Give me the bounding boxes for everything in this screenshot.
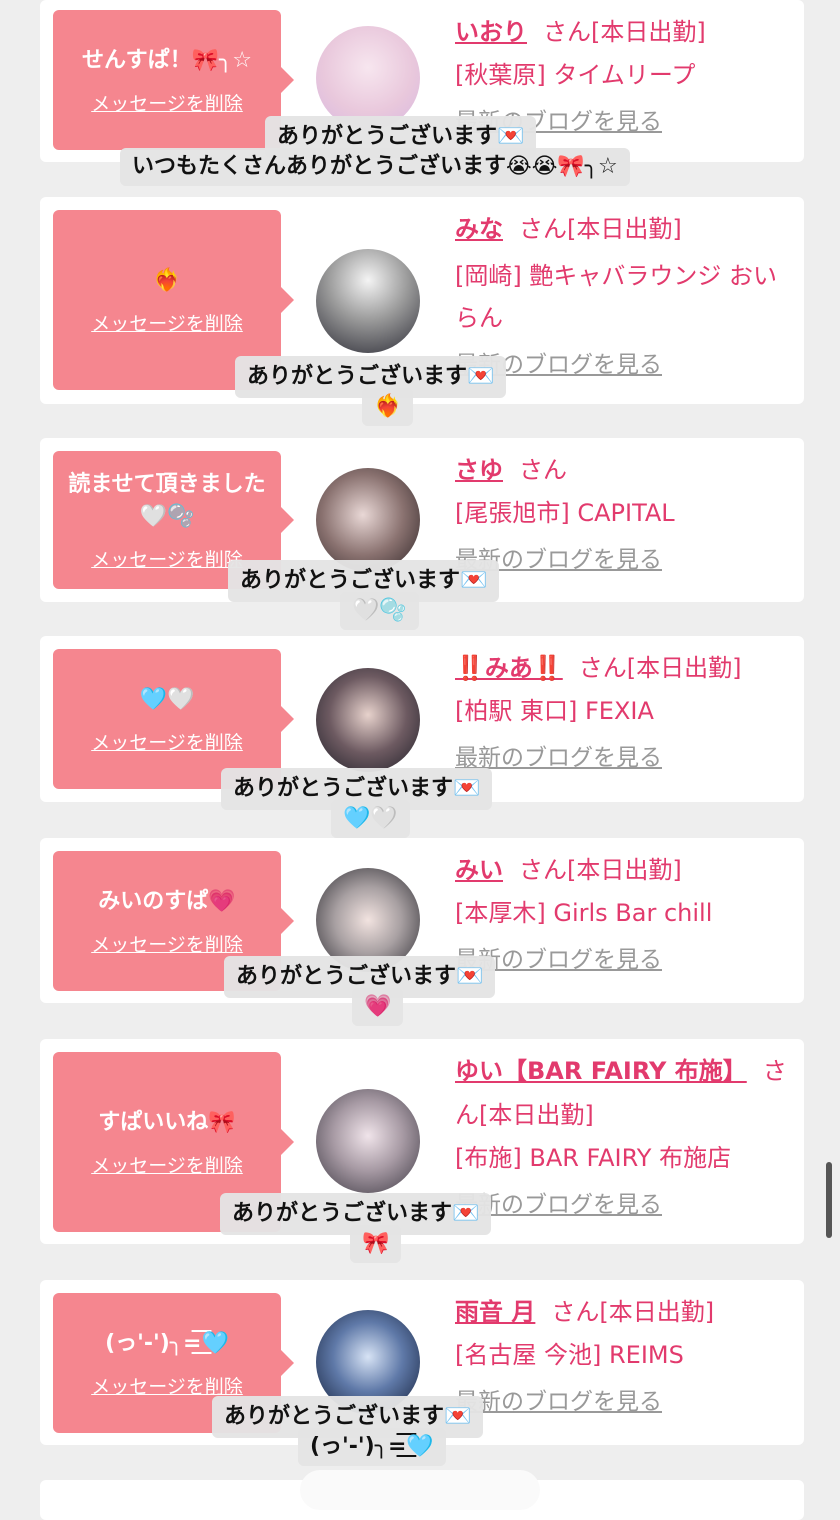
- delete-message-link[interactable]: メッセージを削除: [91, 728, 243, 755]
- status-label: [本日出勤]: [626, 654, 742, 682]
- san-label: さん: [519, 456, 567, 484]
- shop-label: [岡崎] 艶キャバラウンジ おいらん: [455, 262, 777, 332]
- bottom-sheet-handle[interactable]: [300, 1470, 540, 1510]
- shop-label: [布施] BAR FAIRY 布施店: [455, 1144, 732, 1172]
- reply-toast-sub: いつもたくさんありがとうございます😭😭🎀╮☆: [120, 148, 630, 186]
- cast-name-link[interactable]: みな: [455, 215, 503, 243]
- cast-name-link[interactable]: さゆ: [455, 456, 503, 484]
- avatar[interactable]: [316, 249, 420, 353]
- cast-name-link[interactable]: ゆい【BAR FAIRY 布施】: [455, 1057, 747, 1085]
- message-text: すぱいいね🎀: [98, 1109, 236, 1135]
- avatar[interactable]: [316, 1089, 420, 1193]
- status-label: [本日出勤]: [479, 1101, 594, 1129]
- status-label: [本日出勤]: [591, 18, 706, 46]
- message-text: ❤️‍🔥: [153, 267, 181, 293]
- reply-toast-sub: 🎀: [350, 1225, 402, 1263]
- blog-link[interactable]: 最新のブログを見る: [455, 544, 790, 576]
- cast-name-link[interactable]: いおり: [455, 18, 527, 46]
- cast-name-link[interactable]: みい: [455, 856, 503, 884]
- shop-label: [秋葉原] タイムリープ: [455, 61, 696, 89]
- delete-message-link[interactable]: メッセージを削除: [91, 89, 243, 116]
- reply-toast-sub: (っ'-')╮=͟͟͞͞🩵: [298, 1428, 446, 1466]
- blog-link[interactable]: 最新のブログを見る: [455, 742, 790, 774]
- reply-toast-sub: 🤍🫧: [340, 592, 419, 630]
- shop-label: [柏駅 東口] FEXIA: [455, 697, 654, 725]
- status-label: [本日出勤]: [567, 215, 682, 243]
- delete-message-link[interactable]: メッセージを削除: [91, 309, 243, 336]
- san-label: さん: [551, 1298, 600, 1326]
- status-label: [本日出勤]: [599, 1298, 715, 1326]
- avatar[interactable]: [316, 26, 420, 130]
- shop-label: [本厚木] Girls Bar chill: [455, 899, 713, 927]
- shop-label: [名古屋 今池] REIMS: [455, 1341, 684, 1369]
- san-label: さん: [543, 18, 591, 46]
- reply-toast-sub: ❤️‍🔥: [362, 388, 414, 426]
- delete-message-link[interactable]: メッセージを削除: [91, 1151, 243, 1178]
- message-text: 読ませて頂きました🤍🫧: [68, 471, 266, 529]
- shop-label: [尾張旭市] CAPITAL: [455, 499, 675, 527]
- avatar[interactable]: [316, 468, 420, 572]
- message-text: 🩵🤍: [139, 686, 195, 712]
- message-bubble: せんすぱ！🎀╮☆ メッセージを削除: [53, 10, 294, 150]
- san-label: さん: [519, 856, 567, 884]
- delete-message-link[interactable]: メッセージを削除: [91, 1372, 243, 1399]
- message-text: せんすぱ！🎀╮☆: [82, 47, 252, 73]
- blog-link[interactable]: 最新のブログを見る: [455, 1386, 790, 1418]
- san-label: さん: [578, 654, 627, 682]
- cast-name-link[interactable]: 雨音 月: [455, 1298, 535, 1326]
- status-label: [本日出勤]: [567, 856, 682, 884]
- san-label: さん: [519, 215, 567, 243]
- avatar[interactable]: [316, 668, 420, 772]
- delete-message-link[interactable]: メッセージを削除: [91, 930, 243, 957]
- blog-link[interactable]: 最新のブログを見る: [455, 944, 790, 976]
- reply-toast-sub: 🩵🤍: [331, 800, 410, 838]
- delete-message-link[interactable]: メッセージを削除: [91, 545, 243, 572]
- message-text: みいのすぱ💗: [98, 888, 236, 914]
- cast-name-link[interactable]: ‼️みあ‼️: [455, 654, 563, 682]
- scrollbar[interactable]: [826, 1162, 832, 1238]
- message-text: (っ'-')╮=͟͟͞͞🩵: [105, 1330, 229, 1356]
- blog-link[interactable]: 最新のブログを見る: [455, 1189, 790, 1221]
- reply-toast-sub: 💗: [352, 988, 404, 1026]
